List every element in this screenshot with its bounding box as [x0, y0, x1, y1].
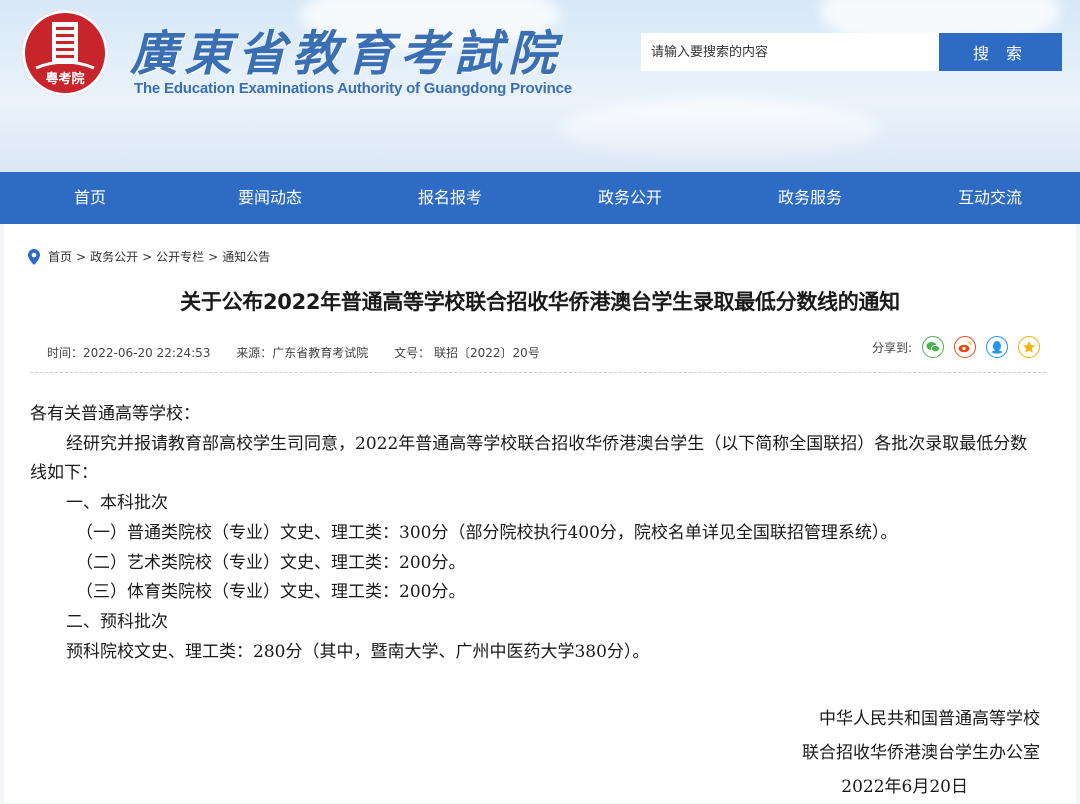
qzone-icon[interactable]: [1018, 336, 1040, 358]
emblem-text: 粤考院: [45, 72, 85, 87]
site-subtitle: The Education Examinations Authority of …: [134, 80, 572, 97]
nav-item-registration[interactable]: 报名报考: [360, 172, 540, 224]
article-source: 来源：广东省教育考试院: [236, 346, 369, 360]
breadcrumb-public-column[interactable]: 公开专栏: [156, 248, 204, 265]
signature-date: 2022年6月20日: [841, 777, 968, 797]
article-intro: 经研究并报请教育部高校学生司同意，2022年普通高等学校联合招收华侨港澳台学生（…: [30, 433, 1028, 484]
signature-org-line2: 联合招收华侨港澳台学生办公室: [802, 743, 1040, 763]
article-section-heading: 二、预科批次: [66, 611, 168, 632]
breadcrumb-notices[interactable]: 通知公告: [222, 248, 270, 265]
weibo-icon[interactable]: [954, 336, 976, 358]
breadcrumb-separator: >: [142, 249, 153, 264]
site-emblem-logo[interactable]: 粤考院: [22, 10, 108, 96]
nav-item-government-services[interactable]: 政务服务: [720, 172, 900, 224]
city-skyline-decoration: [0, 102, 1080, 172]
breadcrumb: 首页 > 政务公开 > 公开专栏 > 通知公告: [28, 248, 270, 265]
breadcrumb-government-affairs[interactable]: 政务公开: [90, 248, 138, 265]
breadcrumb-separator: >: [208, 249, 219, 264]
nav-item-government-affairs[interactable]: 政务公开: [540, 172, 720, 224]
article-body: 各有关普通高等学校： 经研究并报请教育部高校学生司同意，2022年普通高等学校联…: [30, 400, 1040, 667]
article-section-heading: 一、本科批次: [66, 493, 168, 514]
article-title: 关于公布2022年普通高等学校联合招收华侨港澳台学生录取最低分数线的通知: [180, 290, 900, 314]
share-label: 分享到:: [871, 340, 912, 355]
site-title: 廣東省教育考試院: [130, 26, 563, 82]
breadcrumb-separator: >: [76, 249, 87, 264]
article-list-item: （三）体育类院校（专业）文史、理工类：200分。: [76, 582, 466, 603]
nav-item-home[interactable]: 首页: [0, 172, 180, 224]
article-time: 时间：2022-06-20 22:24:53: [47, 346, 211, 360]
article-meta: 时间：2022-06-20 22:24:53 来源：广东省教育考试院 文号： 联…: [47, 344, 562, 361]
article-signature: 中华人民共和国普通高等学校 联合招收华侨港澳台学生办公室 2022年6月20日: [802, 702, 1040, 804]
search-input[interactable]: [641, 33, 939, 71]
main-nav: 首页 要闻动态 报名报考 政务公开 政务服务 互动交流: [0, 172, 1080, 224]
signature-org-line1: 中华人民共和国普通高等学校: [819, 709, 1040, 729]
site-header: 粤考院 廣東省教育考試院 The Education Examinations …: [0, 0, 1080, 172]
search-button[interactable]: 搜 索: [939, 33, 1062, 71]
meta-divider: [30, 372, 1046, 373]
article-doc-number: 文号： 联招〔2022〕20号: [394, 346, 540, 360]
nav-item-interaction[interactable]: 互动交流: [900, 172, 1080, 224]
article-list-item: （一）普通类院校（专业）文史、理工类：300分（部分院校执行400分，院校名单详…: [76, 522, 898, 543]
share-bar: 分享到:: [872, 336, 1040, 358]
article-greeting: 各有关普通高等学校：: [30, 404, 200, 424]
nav-item-news[interactable]: 要闻动态: [180, 172, 360, 224]
wechat-icon[interactable]: [922, 336, 944, 358]
qq-icon[interactable]: [986, 336, 1008, 358]
article-container: 首页 > 政务公开 > 公开专栏 > 通知公告 关于公布2022年普通高等学校联…: [4, 224, 1076, 803]
location-pin-icon: [28, 248, 40, 265]
article-list-item: （二）艺术类院校（专业）文史、理工类：200分。: [76, 552, 466, 573]
article-list-item: 预科院校文史、理工类：280分（其中，暨南大学、广州中医药大学380分）。: [66, 641, 650, 662]
breadcrumb-home[interactable]: 首页: [48, 248, 72, 265]
